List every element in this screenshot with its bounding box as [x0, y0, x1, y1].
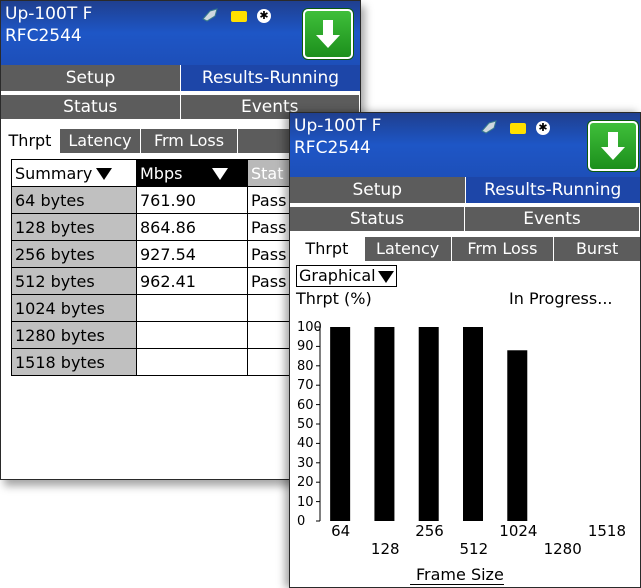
frame-size-cell: 256 bytes: [11, 240, 137, 268]
folder-icon: [231, 11, 247, 22]
usb-icon: [201, 7, 219, 23]
x-tick-label: 1280: [543, 540, 582, 558]
x-tick-label: 1518: [587, 522, 627, 540]
title-bar: Up-100T F RFC2544 ✱: [1, 1, 360, 65]
mbps-cell: 761.90: [136, 186, 248, 214]
tab-results-running[interactable]: Results-Running: [181, 65, 360, 91]
x-axis-label: Frame Size: [410, 565, 504, 585]
bar-64: [330, 327, 351, 521]
x-tick-label: 64: [331, 522, 351, 540]
units-dropdown[interactable]: Mbps: [136, 159, 248, 187]
frame-size-cell: 1024 bytes: [11, 294, 137, 322]
mbps-cell: 962.41: [136, 267, 248, 295]
tab-status[interactable]: Status: [1, 95, 181, 119]
bar-256: [418, 327, 439, 521]
x-tick-label: 1024: [499, 522, 538, 540]
mbps-cell: [136, 321, 248, 349]
mbps-cell: [136, 348, 248, 376]
tab-setup[interactable]: Setup: [1, 65, 181, 91]
x-tick-label: 128: [370, 540, 400, 558]
tab-frm-loss[interactable]: Frm Loss: [140, 129, 237, 153]
bluetooth-icon: ✱: [257, 9, 271, 23]
mbps-cell: 864.86: [136, 213, 248, 241]
summary-label: Summary: [15, 163, 93, 183]
mbps-cell: [136, 294, 248, 322]
units-label: Mbps: [140, 163, 183, 183]
x-tick-label: 256: [415, 522, 444, 540]
bar-512: [463, 327, 483, 521]
frame-size-cell: 128 bytes: [11, 213, 137, 241]
test-name: RFC2544: [5, 26, 82, 46]
dropdown-arrow-icon: [212, 168, 229, 180]
device-name: Up-100T F: [5, 4, 93, 24]
frame-size-cell: 64 bytes: [11, 186, 137, 214]
bar-128: [374, 327, 395, 521]
download-arrow-icon: [316, 20, 340, 48]
frame-size-cell: 512 bytes: [11, 267, 137, 295]
main-tabs: Setup Results-Running: [1, 65, 360, 91]
frame-size-cell: 1280 bytes: [11, 321, 137, 349]
throughput-chart: [316, 326, 528, 522]
tab-latency[interactable]: Latency: [59, 129, 140, 153]
graphical-results-window: Up-100T F RFC2544 ✱ Setup Results-Runnin…: [289, 112, 641, 588]
tab-thrpt[interactable]: Thrpt: [1, 129, 59, 153]
frame-size-cell: 1518 bytes: [11, 348, 137, 376]
summary-dropdown[interactable]: Summary: [11, 159, 137, 187]
x-tick-label: 512: [459, 540, 489, 558]
mbps-cell: 927.54: [136, 240, 248, 268]
bar-1024: [507, 350, 528, 521]
dropdown-arrow-icon: [96, 168, 113, 180]
download-button[interactable]: [303, 9, 353, 59]
